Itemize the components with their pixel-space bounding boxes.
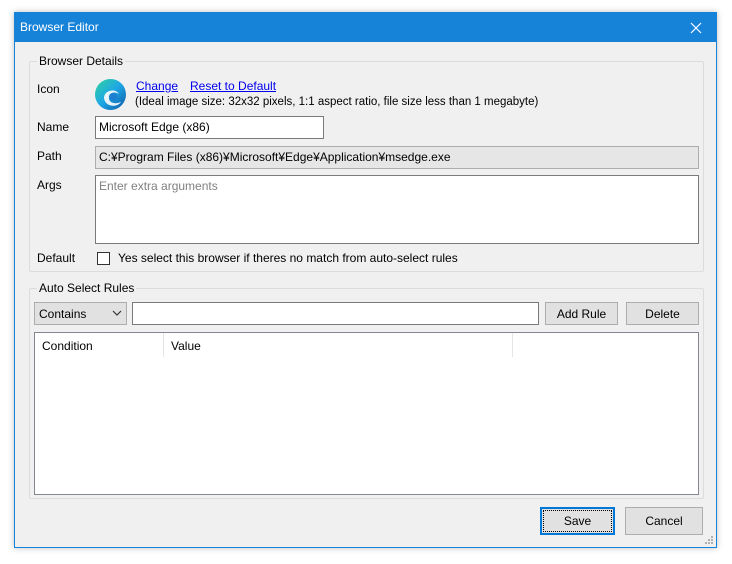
path-label: Path: [37, 149, 62, 163]
change-icon-link[interactable]: Change: [136, 79, 178, 93]
rules-list[interactable]: Condition Value: [34, 332, 699, 495]
add-rule-button-label: Add Rule: [556, 306, 607, 321]
match-type-value: Contains: [39, 307, 87, 321]
chevron-down-icon: [112, 310, 122, 316]
icon-size-hint: (Ideal image size: 32x32 pixels, 1:1 asp…: [135, 96, 539, 108]
browser-editor-window: Browser Editor Browser Details Icon Chan…: [14, 12, 717, 548]
condition-column-header[interactable]: Condition: [35, 333, 164, 357]
close-icon: [690, 22, 702, 33]
window-title: Browser Editor: [20, 20, 99, 34]
args-input[interactable]: Enter extra arguments: [95, 175, 699, 244]
cancel-button[interactable]: Cancel: [625, 507, 703, 535]
default-browser-checkbox[interactable]: [97, 252, 110, 265]
focus-rect: [543, 510, 612, 532]
add-rule-button[interactable]: Add Rule: [545, 302, 618, 325]
resize-grip-icon[interactable]: [704, 535, 714, 545]
icon-label: Icon: [37, 82, 60, 96]
args-label: Args: [37, 178, 62, 192]
delete-rule-button[interactable]: Delete: [626, 302, 699, 325]
title-bar[interactable]: Browser Editor: [15, 13, 716, 42]
reset-icon-link[interactable]: Reset to Default: [190, 79, 276, 93]
args-placeholder: Enter extra arguments: [99, 179, 218, 193]
auto-select-rules-group: Auto Select Rules Contains Add Rule Dele…: [29, 281, 704, 499]
default-browser-checkbox-text[interactable]: Yes select this browser if theres no mat…: [118, 251, 458, 265]
value-column-header[interactable]: Value: [164, 333, 513, 357]
rule-value-input[interactable]: [132, 302, 539, 325]
browser-details-label: Browser Details: [37, 54, 126, 68]
cancel-button-label: Cancel: [645, 514, 683, 528]
save-button[interactable]: Save: [540, 507, 615, 535]
delete-rule-button-label: Delete: [645, 306, 680, 321]
close-button[interactable]: [676, 13, 716, 42]
path-field[interactable]: C:¥Program Files (x86)¥Microsoft¥Edge¥Ap…: [95, 146, 699, 169]
edge-icon: [94, 78, 127, 111]
auto-select-rules-label: Auto Select Rules: [37, 281, 137, 295]
name-label: Name: [37, 120, 70, 134]
browser-details-group: Browser Details Icon Change Reset to Def…: [29, 54, 704, 272]
default-label: Default: [37, 251, 76, 265]
match-type-select[interactable]: Contains: [34, 302, 127, 325]
name-input[interactable]: Microsoft Edge (x86): [95, 116, 324, 139]
